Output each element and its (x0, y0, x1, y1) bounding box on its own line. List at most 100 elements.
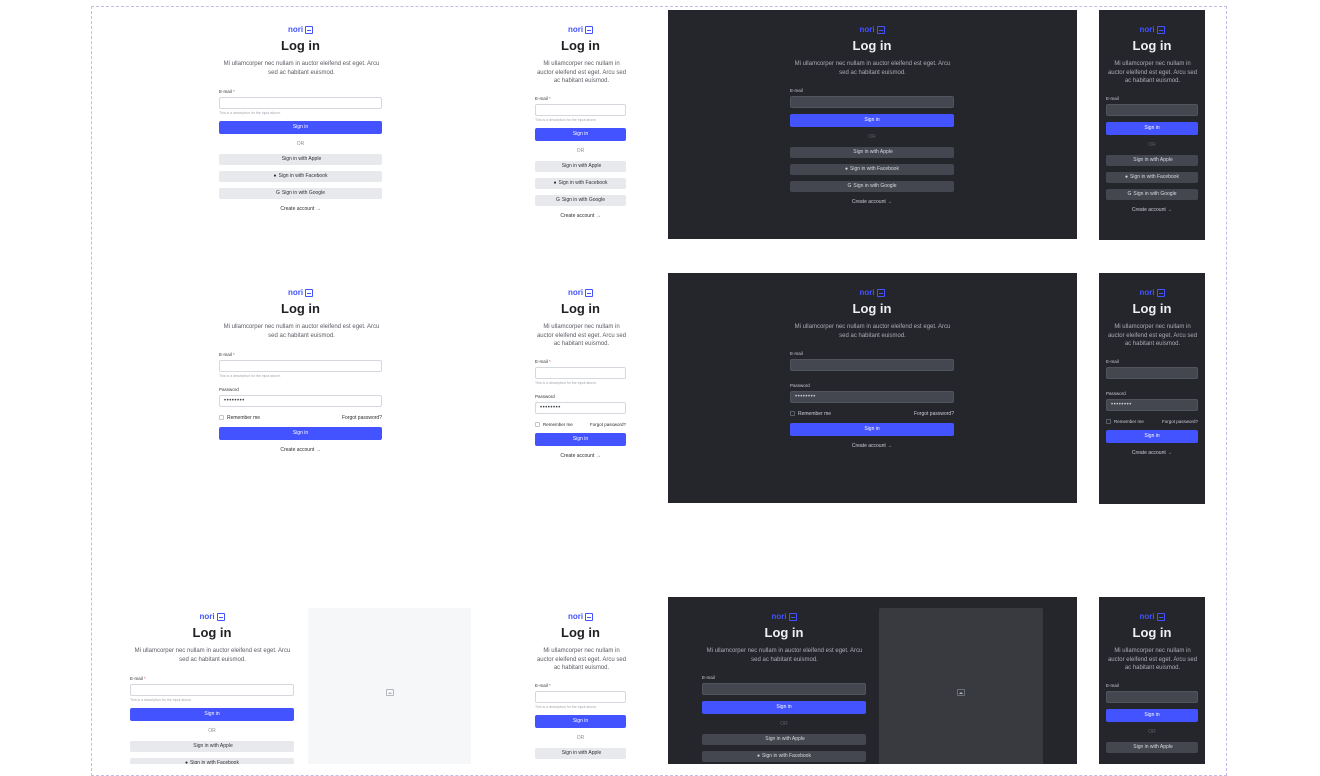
arrow-right-icon: → (315, 447, 321, 453)
sign-in-google-button[interactable]: G Sign in with Google (219, 188, 382, 199)
create-account-link[interactable]: Create account → (1106, 449, 1198, 457)
sign-in-apple-button[interactable]: Sign in with Apple (1106, 741, 1198, 753)
login-split-dark-desktop: nori Log in Mi ullamcorper nec nullam in… (668, 597, 1077, 764)
google-icon: G (1127, 190, 1132, 197)
sign-in-button[interactable]: Sign in (1106, 121, 1198, 135)
page-description: Mi ullamcorper nec nullam in auctor elei… (536, 648, 627, 671)
remember-me-checkbox[interactable]: Remember me (1106, 419, 1144, 424)
sign-in-facebook-button[interactable]: ● Sign in with Facebook (535, 177, 626, 189)
page-title: Log in (281, 301, 320, 316)
sign-in-apple-button[interactable]: Sign in with Apple (219, 154, 382, 165)
login-split-dark-mobile: nori Log in Mi ullamcorper nec nullam in… (1099, 597, 1205, 764)
logo-mark-icon (585, 25, 594, 34)
sign-in-button[interactable]: Sign in (535, 714, 626, 728)
email-input[interactable] (535, 690, 626, 703)
forgot-password-link[interactable]: Forgot password? (1162, 419, 1198, 424)
sign-in-apple-button[interactable]: Sign in with Apple (535, 747, 626, 759)
sign-in-google-button[interactable]: G Sign in with Google (1106, 188, 1198, 200)
remember-row: Remember me Forgot password? (1106, 419, 1198, 424)
sign-in-button[interactable]: Sign in (535, 432, 626, 446)
logo-mark-icon (216, 612, 225, 621)
forgot-password-link[interactable]: Forgot password? (914, 411, 954, 417)
logo: nori (288, 288, 314, 298)
arrow-right-icon: → (595, 212, 601, 219)
sign-in-apple-button[interactable]: Sign in with Apple (535, 160, 626, 172)
sign-in-button[interactable]: Sign in (702, 701, 866, 714)
sign-in-button[interactable]: Sign in (535, 127, 626, 141)
sign-in-button[interactable]: Sign in (1106, 429, 1198, 443)
create-account-link[interactable]: Create account → (790, 198, 954, 206)
logo-mark-icon (1156, 25, 1165, 34)
google-icon: G (556, 196, 560, 203)
remember-me-checkbox[interactable]: Remember me (790, 411, 831, 417)
sign-in-facebook-button[interactable]: ● Sign in with Facebook (1106, 171, 1198, 183)
remember-row: Remember me Forgot password? (535, 422, 626, 427)
image-placeholder-icon (385, 689, 394, 696)
or-divider: OR (208, 728, 216, 734)
logo: nori (568, 612, 594, 622)
sign-in-button[interactable]: Sign in (219, 121, 382, 134)
create-account-link[interactable]: Create account → (219, 205, 382, 213)
email-hint: This is a description for the input abov… (219, 111, 281, 115)
email-input[interactable] (790, 359, 954, 371)
sign-in-button[interactable]: Sign in (790, 423, 954, 436)
password-input[interactable]: •••••••• (219, 395, 382, 407)
sign-in-facebook-button[interactable]: ● Sign in with Facebook (790, 164, 954, 175)
email-field: E-mail * This is a description for the i… (130, 676, 294, 702)
email-input[interactable] (702, 683, 866, 695)
email-input[interactable] (1106, 366, 1198, 379)
password-field: Password •••••••• (219, 387, 382, 407)
arrow-right-icon: → (1167, 206, 1173, 213)
sign-in-apple-button[interactable]: Sign in with Apple (130, 741, 294, 752)
logo: nori (568, 25, 594, 35)
forgot-password-link[interactable]: Forgot password? (342, 415, 382, 421)
sign-in-apple-button[interactable]: Sign in with Apple (702, 734, 866, 745)
email-input[interactable] (1106, 690, 1198, 703)
sign-in-google-button[interactable]: G Sign in with Google (535, 194, 626, 206)
email-input[interactable] (535, 103, 626, 116)
email-input[interactable] (219, 97, 382, 109)
page-title: Log in (1132, 38, 1172, 53)
remember-me-checkbox[interactable]: Remember me (219, 415, 260, 421)
sign-in-apple-button[interactable]: Sign in with Apple (790, 147, 954, 158)
email-input[interactable] (130, 684, 294, 696)
create-account-link[interactable]: Create account → (535, 452, 626, 460)
sign-in-button[interactable]: Sign in (1106, 708, 1198, 722)
google-icon: G (276, 190, 280, 196)
sign-in-button[interactable]: Sign in (130, 708, 294, 721)
create-account-link[interactable]: Create account → (1106, 206, 1198, 214)
arrow-right-icon: → (1167, 449, 1173, 456)
email-input[interactable] (790, 96, 954, 108)
or-divider: OR (576, 147, 585, 154)
email-input[interactable] (535, 366, 626, 379)
facebook-icon: ● (757, 753, 761, 759)
page-description: Mi ullamcorper nec nullam in auctor elei… (1107, 61, 1198, 84)
sign-in-facebook-button[interactable]: ● Sign in with Facebook (130, 758, 294, 764)
password-input[interactable]: •••••••• (1106, 398, 1198, 411)
sign-in-button[interactable]: Sign in (219, 427, 382, 440)
create-account-link[interactable]: Create account → (535, 212, 626, 220)
password-input[interactable]: •••••••• (790, 391, 954, 403)
email-input[interactable] (219, 360, 382, 372)
email-field: E-mail (1106, 359, 1198, 379)
sign-in-button[interactable]: Sign in (790, 114, 954, 127)
create-account-link[interactable]: Create account → (790, 442, 954, 450)
create-account-link[interactable]: Create account → (219, 446, 382, 454)
sign-in-google-button[interactable]: G Sign in with Google (790, 181, 954, 192)
email-input[interactable] (1106, 103, 1198, 116)
password-field: Password •••••••• (1106, 391, 1198, 411)
sign-in-apple-button[interactable]: Sign in with Apple (1106, 154, 1198, 166)
sign-in-facebook-button[interactable]: ● Sign in with Facebook (702, 751, 866, 762)
sign-in-facebook-button[interactable]: ● Sign in with Facebook (219, 171, 382, 182)
facebook-icon: ● (1125, 173, 1129, 180)
page-title: Log in (561, 625, 600, 640)
email-field: E-mail * This is a description for the i… (219, 352, 382, 378)
logo: nori (859, 25, 885, 35)
login-password-dark-desktop: nori Log in Mi ullamcorper nec nullam in… (668, 273, 1077, 503)
logo: nori (771, 612, 797, 622)
remember-me-checkbox[interactable]: Remember me (535, 422, 573, 427)
forgot-password-link[interactable]: Forgot password? (590, 422, 626, 427)
email-hint: This is a description for the input abov… (219, 374, 281, 378)
page-title: Log in (561, 38, 600, 53)
password-input[interactable]: •••••••• (535, 401, 626, 414)
